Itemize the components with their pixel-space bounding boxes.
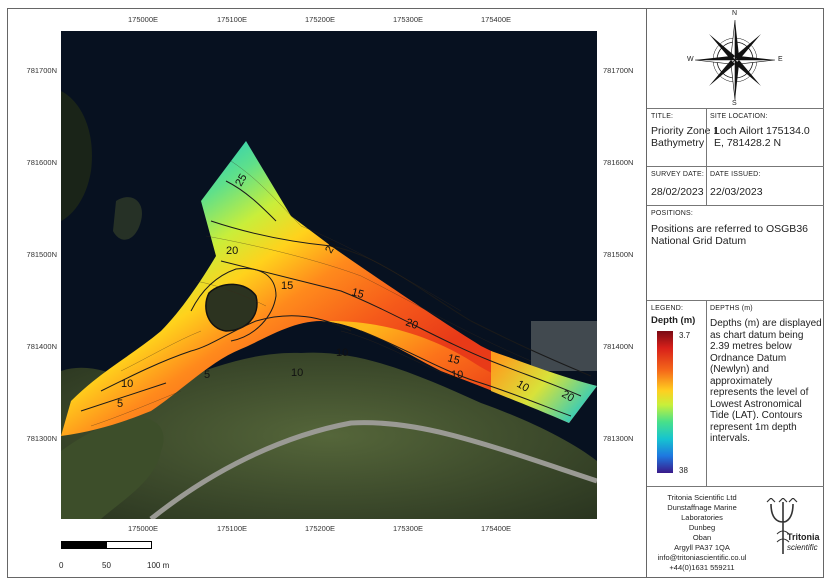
company-line: Dunbeg xyxy=(688,523,716,532)
grid-label-bottom: 175100E xyxy=(216,524,248,533)
grid-label-right: 781500N xyxy=(603,250,634,259)
depths-text: Depths (m) are displayed as chart datum … xyxy=(710,318,822,444)
map-canvas: 25 20 20 15 20 15 15 10 10 10 5 10 5 20 … xyxy=(61,31,597,519)
company-line: info@tritoniascientific.co.ul xyxy=(657,553,747,562)
grid-label-top: 175000E xyxy=(127,15,159,24)
logo-name: Tritonia xyxy=(787,532,820,542)
contour-label: 10 xyxy=(451,369,463,381)
grid-label-right: 781300N xyxy=(603,434,634,443)
company-line: +44(0)1631 559211 xyxy=(669,563,735,572)
legend-title: Depth (m) xyxy=(651,315,696,326)
grid-label-top: 175300E xyxy=(392,15,424,24)
grid-label-bottom: 175400E xyxy=(480,524,512,533)
scale-label: 100 m xyxy=(147,561,170,570)
legend-min: 38 xyxy=(679,466,688,475)
compass-west: W xyxy=(687,56,694,63)
company-line: Argyll PA37 1QA xyxy=(674,543,730,552)
survey-date-label: SURVEY DATE: xyxy=(651,171,704,178)
grid-label-left: 781500N xyxy=(26,250,57,259)
date-issued-label: DATE ISSUED: xyxy=(710,171,761,178)
title-label: TITLE: xyxy=(651,113,674,120)
grid-label-bottom: 175200E xyxy=(304,524,336,533)
survey-date-value: 28/02/2023 xyxy=(651,186,704,198)
legend-label: LEGEND: xyxy=(651,305,684,312)
scale-label: 50 xyxy=(102,561,111,570)
contour-label: 10 xyxy=(121,378,133,390)
grid-label-top: 175400E xyxy=(480,15,512,24)
grid-label-top: 175200E xyxy=(304,15,336,24)
compass-rose-icon xyxy=(694,19,776,101)
grid-label-left: 781300N xyxy=(26,434,57,443)
compass-south: S xyxy=(732,100,737,107)
fish-farm-pens xyxy=(531,321,597,371)
grid-label-right: 781600N xyxy=(603,158,634,167)
contour-label: 5 xyxy=(117,398,123,410)
positions-label: POSITIONS: xyxy=(651,210,694,217)
grid-label-top: 175100E xyxy=(216,15,248,24)
contour-label: 10 xyxy=(336,347,348,359)
contour-label: 10 xyxy=(291,367,303,379)
grid-label-right: 781400N xyxy=(603,342,634,351)
site-location-value: Loch Ailort 175134.0 E, 781428.2 N xyxy=(714,125,810,149)
company-logo: Tritonia scientific xyxy=(757,497,823,576)
company-line: Tritonia Scientific Ltd xyxy=(667,493,737,502)
logo-sub: scientific xyxy=(787,543,818,552)
company-line: Laboratories xyxy=(681,513,723,522)
compass-box: N S W E xyxy=(647,8,824,109)
company-line: Dunstaffnage Marine xyxy=(667,503,737,512)
date-issued-value: 22/03/2023 xyxy=(710,186,763,198)
depths-label: DEPTHS (m) xyxy=(710,305,753,312)
grid-label-left: 781600N xyxy=(26,158,57,167)
grid-label-bottom: 175000E xyxy=(127,524,159,533)
company-address: Tritonia Scientific Ltd Dunstaffnage Mar… xyxy=(647,487,757,578)
depth-colour-ramp xyxy=(657,331,673,473)
grid-label-left: 781400N xyxy=(26,342,57,351)
contour-label: 20 xyxy=(226,245,238,257)
grid-label-right: 781700N xyxy=(603,66,634,75)
legend-max: 3.7 xyxy=(679,331,691,340)
grid-label-bottom: 175300E xyxy=(392,524,424,533)
dates-row: SURVEY DATE: 28/02/2023 DATE ISSUED: 22/… xyxy=(647,167,824,206)
scale-label: 0 xyxy=(59,561,64,570)
grid-label-left: 781700N xyxy=(26,66,57,75)
positions-value: Positions are referred to OSGB36 Nationa… xyxy=(651,223,808,247)
title-block: N S W E TITLE: Priority Zone 1 Bathymetr… xyxy=(646,8,824,578)
title-row: TITLE: Priority Zone 1 Bathymetry SITE L… xyxy=(647,109,824,167)
site-location-label: SITE LOCATION: xyxy=(710,113,768,120)
legend-row: LEGEND: Depth (m) 3.7 38 DEPTHS (m) Dept… xyxy=(647,301,824,487)
positions-row: POSITIONS: Positions are referred to OSG… xyxy=(647,206,824,301)
contour-label: 5 xyxy=(204,369,210,381)
compass-east: E xyxy=(778,56,783,63)
compass-north: N xyxy=(732,10,738,17)
contour-label: 15 xyxy=(281,280,293,292)
map-panel[interactable]: 25 20 20 15 20 15 15 10 10 10 5 10 5 20 … xyxy=(61,31,597,519)
company-line: Oban xyxy=(692,533,712,542)
